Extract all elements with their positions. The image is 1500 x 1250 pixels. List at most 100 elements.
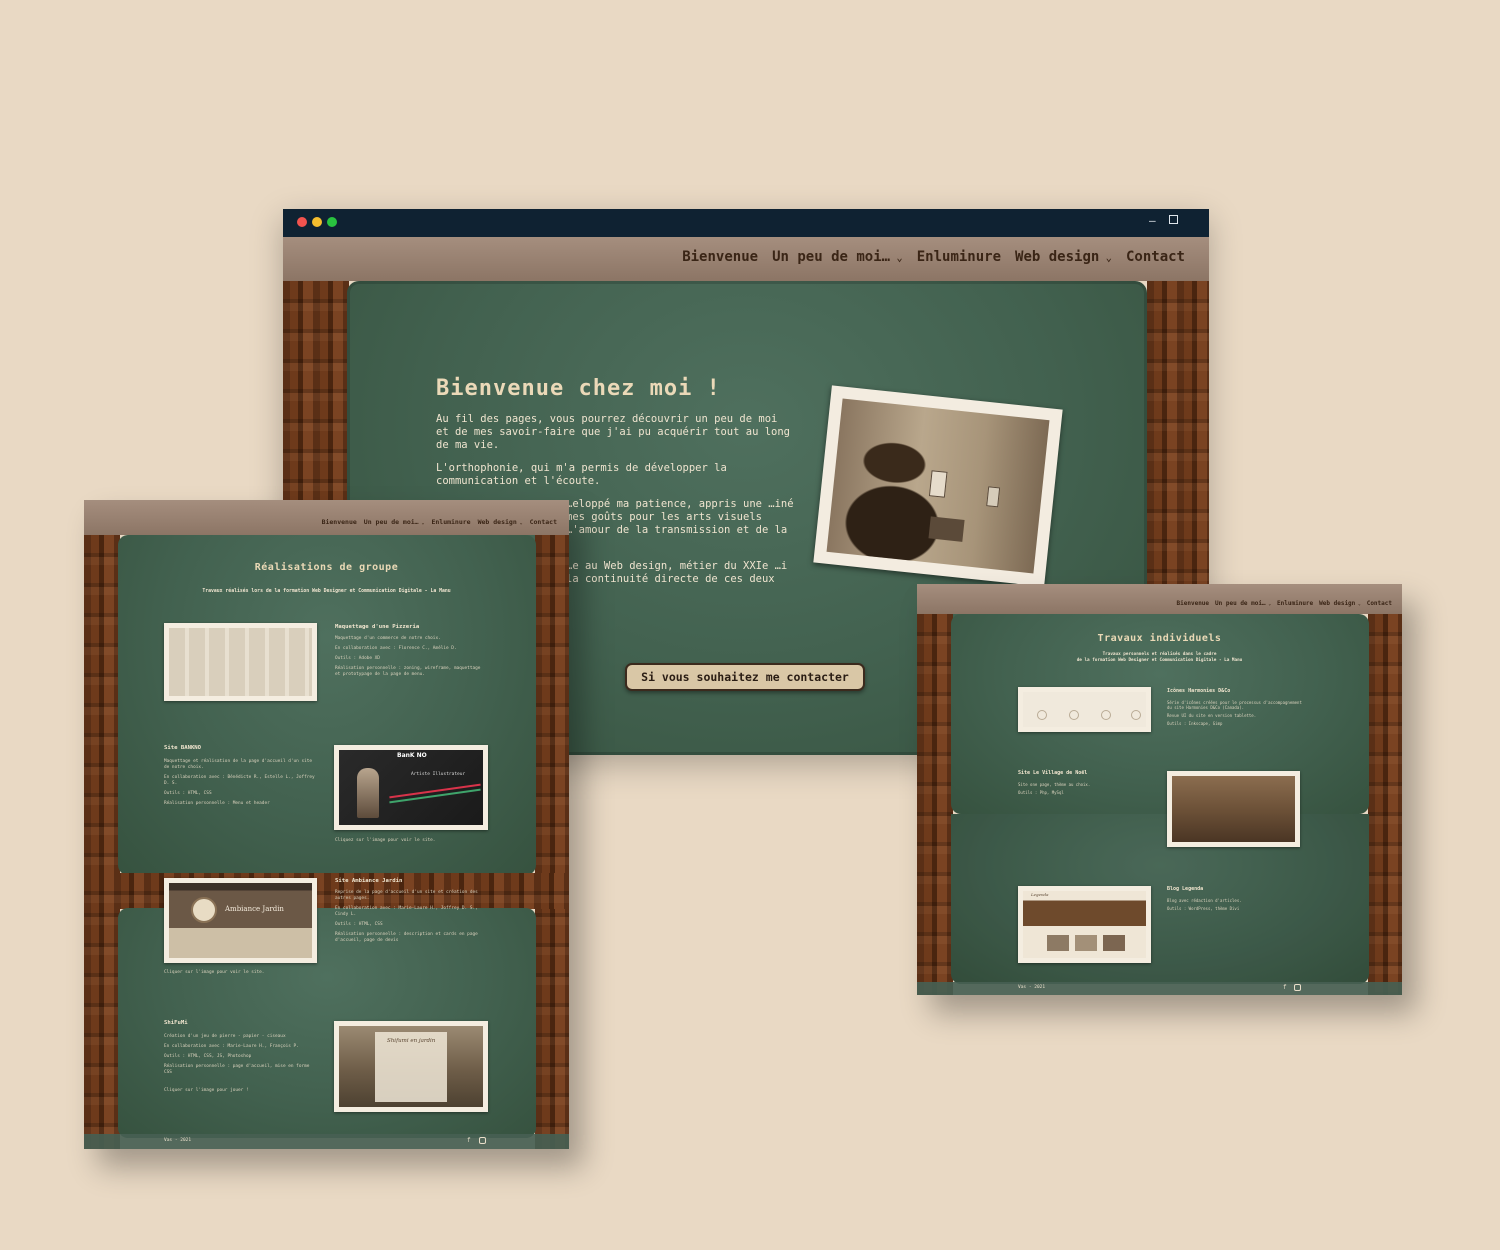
- jardin-mockup: Ambiance Jardin: [169, 883, 312, 958]
- project-line: Site one page, thème au choix.: [1018, 782, 1091, 787]
- bankno-tagline: Artiste Illustrateur: [411, 772, 466, 777]
- nav-un-peu-de-moi[interactable]: Un peu de moi…: [772, 249, 903, 265]
- project-title: ShiFuMi: [164, 1020, 188, 1026]
- project-line: Réalisation personnelle : Menu et header: [164, 801, 270, 806]
- facebook-icon[interactable]: f: [467, 1137, 471, 1144]
- shifumi-screenshot[interactable]: Shifumi en jardin: [334, 1021, 488, 1112]
- nav-un-peu-de-moi[interactable]: Un peu de moi…: [364, 518, 425, 526]
- legenda-description: Blog Legenda Blog avec rédaction d'artic…: [1167, 886, 1307, 911]
- village-screenshot[interactable]: [1167, 771, 1300, 847]
- individual-navbar: Bienvenue Un peu de moi… Enluminure Web …: [917, 584, 1402, 614]
- project-title: Maquettage d'une Pizzeria: [335, 624, 420, 630]
- nav-enluminure[interactable]: Enluminure: [1277, 600, 1313, 607]
- pizzeria-mockup: [169, 628, 312, 696]
- project-line: Réalisation personnelle : zoning, wirefr…: [335, 666, 481, 677]
- instagram-icon[interactable]: [479, 1137, 486, 1144]
- shifumi-mockup: Shifumi en jardin: [339, 1026, 483, 1107]
- legenda-screenshot[interactable]: Legenda: [1018, 886, 1151, 963]
- project-line: Reprise de la page d'accueil d'un site e…: [335, 890, 478, 901]
- harmonies-icon-sample: [1069, 710, 1079, 720]
- maximize-window-dot[interactable]: [327, 217, 337, 227]
- pizzeria-screenshot[interactable]: [164, 623, 317, 701]
- enluminure-paragraph: …eloppé ma patience, appris une …iné mes…: [566, 498, 794, 536]
- nav-un-peu-de-moi[interactable]: Un peu de moi…: [1215, 600, 1271, 607]
- wood-frame-right: [1368, 614, 1402, 995]
- legenda-logo: Legenda: [1031, 892, 1049, 897]
- webdesign-paragraph: …e au Web design, métier du XXIe …i la c…: [566, 560, 788, 585]
- nav-enluminure[interactable]: Enluminure: [917, 249, 1001, 265]
- harmonies-mockup: [1023, 692, 1146, 727]
- maximize-icon[interactable]: [1169, 215, 1178, 224]
- illustrator-figure: [357, 768, 379, 818]
- jardin-note: Cliquer sur l'image pour voir le site.: [164, 970, 265, 975]
- wood-frame-right: [535, 535, 569, 1149]
- instagram-icon[interactable]: [1294, 984, 1301, 991]
- project-line: Outils : HTML, CSS: [164, 791, 212, 796]
- project-line: Outils : WordPress, thème Divi: [1167, 906, 1240, 911]
- nav-bienvenue[interactable]: Bienvenue: [1177, 600, 1210, 607]
- harmonies-icon-sample: [1131, 710, 1141, 720]
- minimize-icon[interactable]: —: [1149, 214, 1156, 227]
- individual-projects-page: Bienvenue Un peu de moi… Enluminure Web …: [917, 584, 1402, 995]
- jardin-screenshot[interactable]: Ambiance Jardin: [164, 878, 317, 963]
- nav-bienvenue[interactable]: Bienvenue: [322, 518, 357, 526]
- harmonies-description: Icônes Harmonies D&Co Série d'icônes cré…: [1167, 688, 1307, 726]
- group-projects-page: Bienvenue Un peu de moi… Enluminure Web …: [84, 500, 569, 1149]
- close-window-dot[interactable]: [297, 217, 307, 227]
- wood-frame-left: [84, 535, 120, 1149]
- project-title: Blog Legenda: [1167, 886, 1204, 892]
- individual-nav-links: Bienvenue Un peu de moi… Enluminure Web …: [1177, 600, 1392, 607]
- shifumi-logo: Shifumi en jardin: [387, 1038, 436, 1044]
- main-nav-links: Bienvenue Un peu de moi… Enluminure Web …: [682, 249, 1185, 265]
- bankno-mockup: BanK NO Artiste Illustrateur: [339, 750, 483, 825]
- nav-contact[interactable]: Contact: [1126, 249, 1185, 265]
- group-navbar: Bienvenue Un peu de moi… Enluminure Web …: [84, 500, 569, 535]
- project-line: Outils : Adobe XD: [335, 656, 380, 661]
- project-line: En collaboration avec : Florence C., Amé…: [335, 646, 457, 651]
- nav-web-design[interactable]: Web design: [478, 518, 523, 526]
- bankno-screenshot[interactable]: BanK NO Artiste Illustrateur: [334, 745, 488, 830]
- main-navbar: Bienvenue Un peu de moi… Enluminure Web …: [283, 237, 1209, 281]
- nav-web-design[interactable]: Web design: [1319, 600, 1361, 607]
- project-line: Réalisation personnelle : page d'accueil…: [164, 1064, 310, 1075]
- harmonies-icon-sample: [1101, 710, 1111, 720]
- harmonies-screenshot[interactable]: [1018, 687, 1151, 732]
- article-thumb: [1103, 935, 1125, 951]
- nav-web-design[interactable]: Web design: [1015, 249, 1112, 265]
- project-title: Icônes Harmonies D&Co: [1167, 688, 1231, 694]
- frame-on-wall: [986, 486, 1001, 508]
- intro-paragraph: Au fil des pages, vous pourrez découvrir…: [436, 413, 791, 451]
- village-mockup: [1172, 776, 1295, 842]
- nav-contact[interactable]: Contact: [1367, 600, 1392, 607]
- project-line: Outils : Php, MySql: [1018, 790, 1064, 795]
- frame-on-wall: [928, 470, 948, 498]
- legenda-mockup: Legenda: [1023, 891, 1146, 958]
- contact-cta-button[interactable]: Si vous souhaitez me contacter: [625, 663, 865, 691]
- group-footer: Vas - 2021 f: [84, 1134, 569, 1149]
- project-line: En collaboration avec : Marie-Laure H., …: [164, 1044, 299, 1049]
- individual-subtitle-1: Travaux personnels et réalisés dans le c…: [1102, 652, 1217, 657]
- harmonies-icon-sample: [1037, 710, 1047, 720]
- facebook-icon[interactable]: f: [1283, 984, 1287, 991]
- project-line: Blog avec rédaction d'articles.: [1167, 898, 1242, 903]
- project-title: Site BANKNO: [164, 745, 202, 751]
- group-nav-links: Bienvenue Un peu de moi… Enluminure Web …: [322, 518, 557, 526]
- shifumi-note: Cliquer sur l'image pour jouer !: [164, 1088, 249, 1093]
- hero-title: Bienvenue chez moi !: [436, 376, 721, 401]
- nav-enluminure[interactable]: Enluminure: [431, 518, 470, 526]
- bankno-description: Site BANKNO Maquettage et réalisation de…: [164, 745, 319, 807]
- pizzeria-description: Maquettage d'une Pizzeria Maquettage d'u…: [335, 624, 485, 678]
- project-line: En collaboration avec : Marie-Laure H., …: [335, 906, 478, 917]
- book-stand: [928, 516, 965, 542]
- village-description: Site Le Village de Noël Site one page, t…: [1018, 770, 1148, 795]
- project-title: Site Le Village de Noël: [1018, 770, 1088, 776]
- project-line: En collaboration avec : Bénédicte R., Es…: [164, 775, 315, 786]
- nav-bienvenue[interactable]: Bienvenue: [682, 249, 758, 265]
- group-title: Réalisations de groupe: [254, 562, 399, 573]
- project-line: Création d'un jeu de pierre - papier - c…: [164, 1034, 286, 1039]
- project-line: Réalisation personnelle : description et…: [335, 932, 478, 943]
- nav-contact[interactable]: Contact: [530, 518, 557, 526]
- minimize-window-dot[interactable]: [312, 217, 322, 227]
- individual-title: Travaux individuels: [1097, 633, 1222, 644]
- tree-logo: [191, 897, 217, 923]
